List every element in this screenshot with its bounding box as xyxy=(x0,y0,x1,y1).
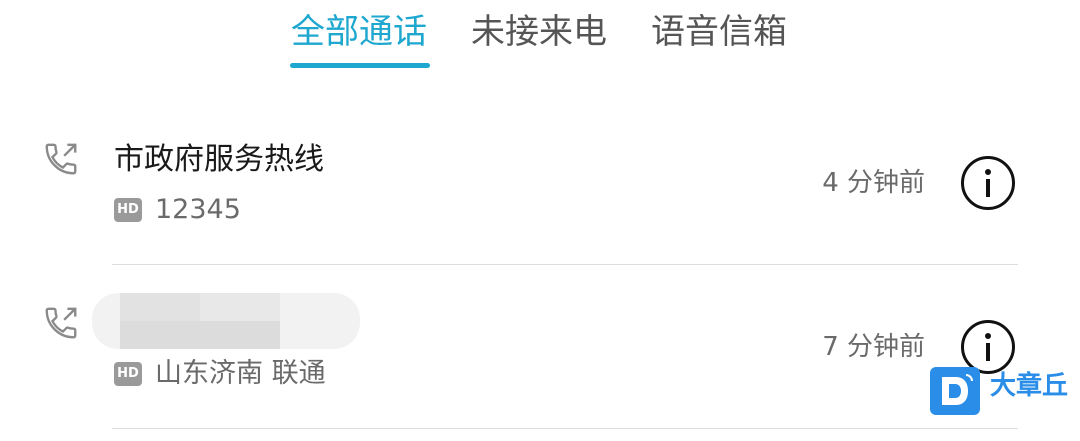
call-time: 4 分钟前 xyxy=(822,168,925,198)
tab-all-calls[interactable]: 全部通话 xyxy=(291,10,427,54)
call-time: 7 分钟前 xyxy=(822,332,925,362)
call-details-button[interactable] xyxy=(961,320,1015,374)
watermark: 大章丘 xyxy=(930,367,1075,417)
tab-missed-calls[interactable]: 未接来电 xyxy=(471,10,607,54)
outgoing-call-icon xyxy=(42,140,80,178)
call-details-button[interactable] xyxy=(961,156,1015,210)
phone-number: 12345 xyxy=(155,194,241,225)
outgoing-call-icon xyxy=(42,304,80,342)
caller-location: 山东济南 联通 xyxy=(155,358,326,389)
contact-name: 市政府服务热线 xyxy=(114,142,324,177)
info-icon xyxy=(985,169,991,197)
tab-voicemail[interactable]: 语音信箱 xyxy=(651,10,787,54)
hd-badge: HD xyxy=(114,362,142,386)
redacted-contact-name xyxy=(92,293,360,349)
list-divider xyxy=(112,264,1018,265)
watermark-logo-icon xyxy=(930,367,980,415)
info-icon xyxy=(985,333,991,361)
active-tab-indicator xyxy=(290,63,430,68)
hd-badge: HD xyxy=(114,198,142,222)
call-log-tabs: 全部通话 未接来电 语音信箱 xyxy=(0,0,1080,80)
watermark-text: 大章丘 xyxy=(990,371,1069,401)
list-divider xyxy=(112,428,1018,429)
